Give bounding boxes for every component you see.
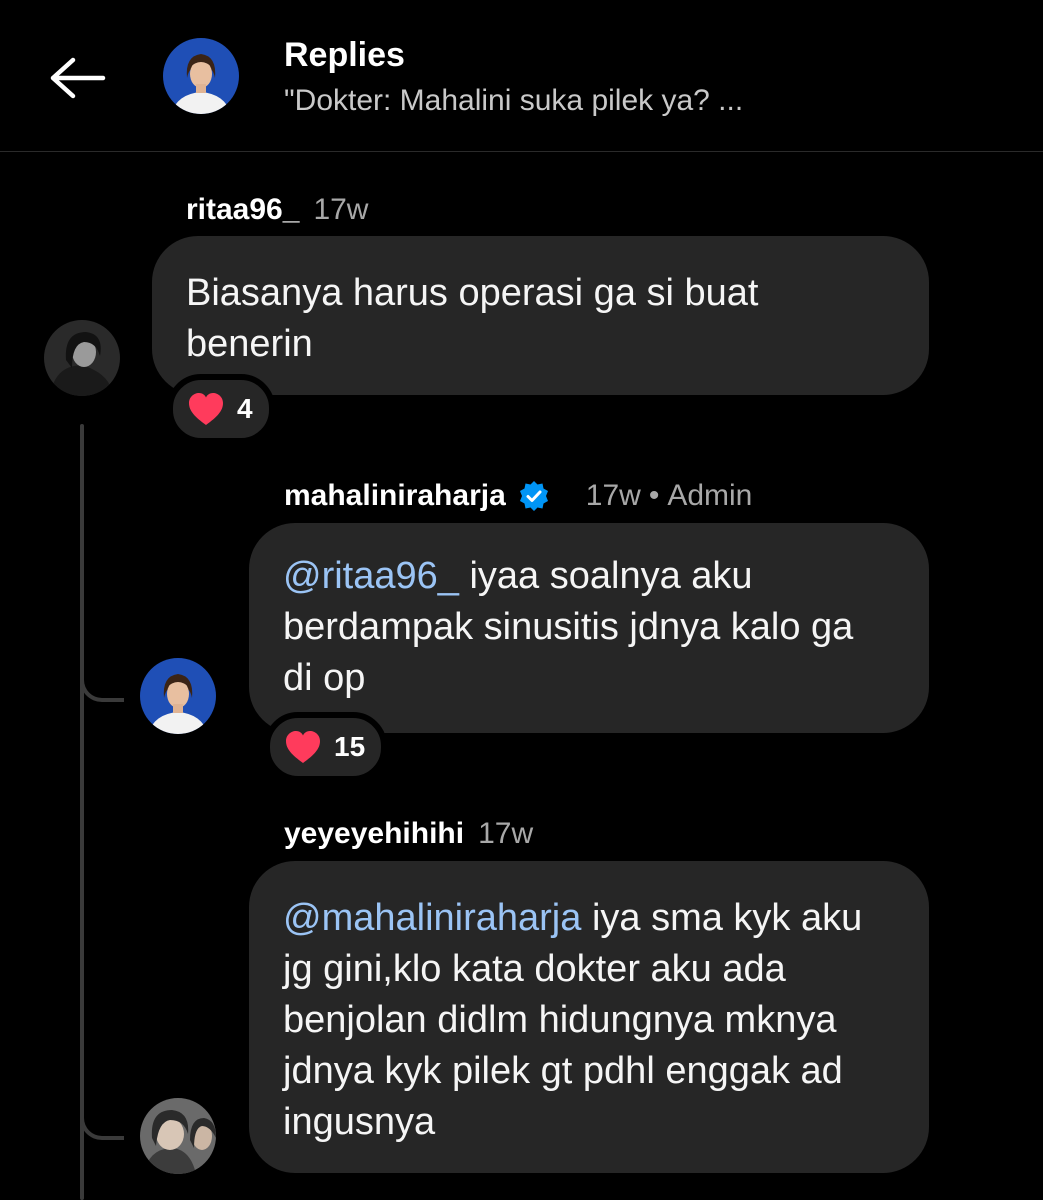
avatar[interactable] <box>44 320 120 396</box>
comment-header: ritaa96_ 17w <box>186 193 368 227</box>
comment-time: 17w <box>313 193 369 226</box>
comment-time: 17w <box>585 479 641 512</box>
comment-username[interactable]: ritaa96_ <box>186 193 299 227</box>
post-caption-preview: "Dokter: Mahalini suka pilek ya? ... <box>284 84 744 117</box>
verified-badge-icon <box>519 481 548 511</box>
avatar[interactable] <box>140 658 216 734</box>
thread-line <box>80 424 84 1200</box>
mention-link[interactable]: @mahaliniraharja <box>283 897 581 939</box>
page-title: Replies <box>284 36 405 74</box>
thread-connector <box>80 662 124 702</box>
post-author-avatar[interactable] <box>163 38 239 114</box>
comment-text: Biasanya harus operasi ga si buat beneri… <box>186 272 759 365</box>
reaction-count: 15 <box>334 731 366 762</box>
thread-connector <box>80 1100 124 1140</box>
back-button[interactable] <box>38 46 112 110</box>
comment-bubble: @ritaa96_ iyaa soalnya aku berdampak sin… <box>249 523 929 733</box>
avatar[interactable] <box>140 1098 216 1174</box>
comment-username[interactable]: mahaliniraharja <box>284 479 506 513</box>
comment-bubble: Biasanya harus operasi ga si buat beneri… <box>152 236 929 395</box>
separator: • <box>648 479 660 512</box>
reaction-pill[interactable]: 4 <box>167 374 275 444</box>
heart-icon <box>189 393 223 425</box>
back-arrow-icon <box>50 57 106 99</box>
comment-username[interactable]: yeyeyehihihi <box>284 817 464 851</box>
reaction-count: 4 <box>237 393 253 424</box>
comment-header: yeyeyehihihi 17w <box>284 817 533 851</box>
comment-header: mahaliniraharja 17w • Admin <box>284 479 752 513</box>
reaction-pill[interactable]: 15 <box>264 712 388 782</box>
mention-link[interactable]: @ritaa96_ <box>283 555 459 597</box>
comment-bubble: @mahaliniraharja iya sma kyk aku jg gini… <box>249 861 929 1173</box>
comment-time: 17w <box>478 817 534 850</box>
role-label: Admin <box>667 479 753 512</box>
heart-icon <box>286 731 320 763</box>
header: Replies "Dokter: Mahalini suka pilek ya?… <box>0 0 1043 152</box>
